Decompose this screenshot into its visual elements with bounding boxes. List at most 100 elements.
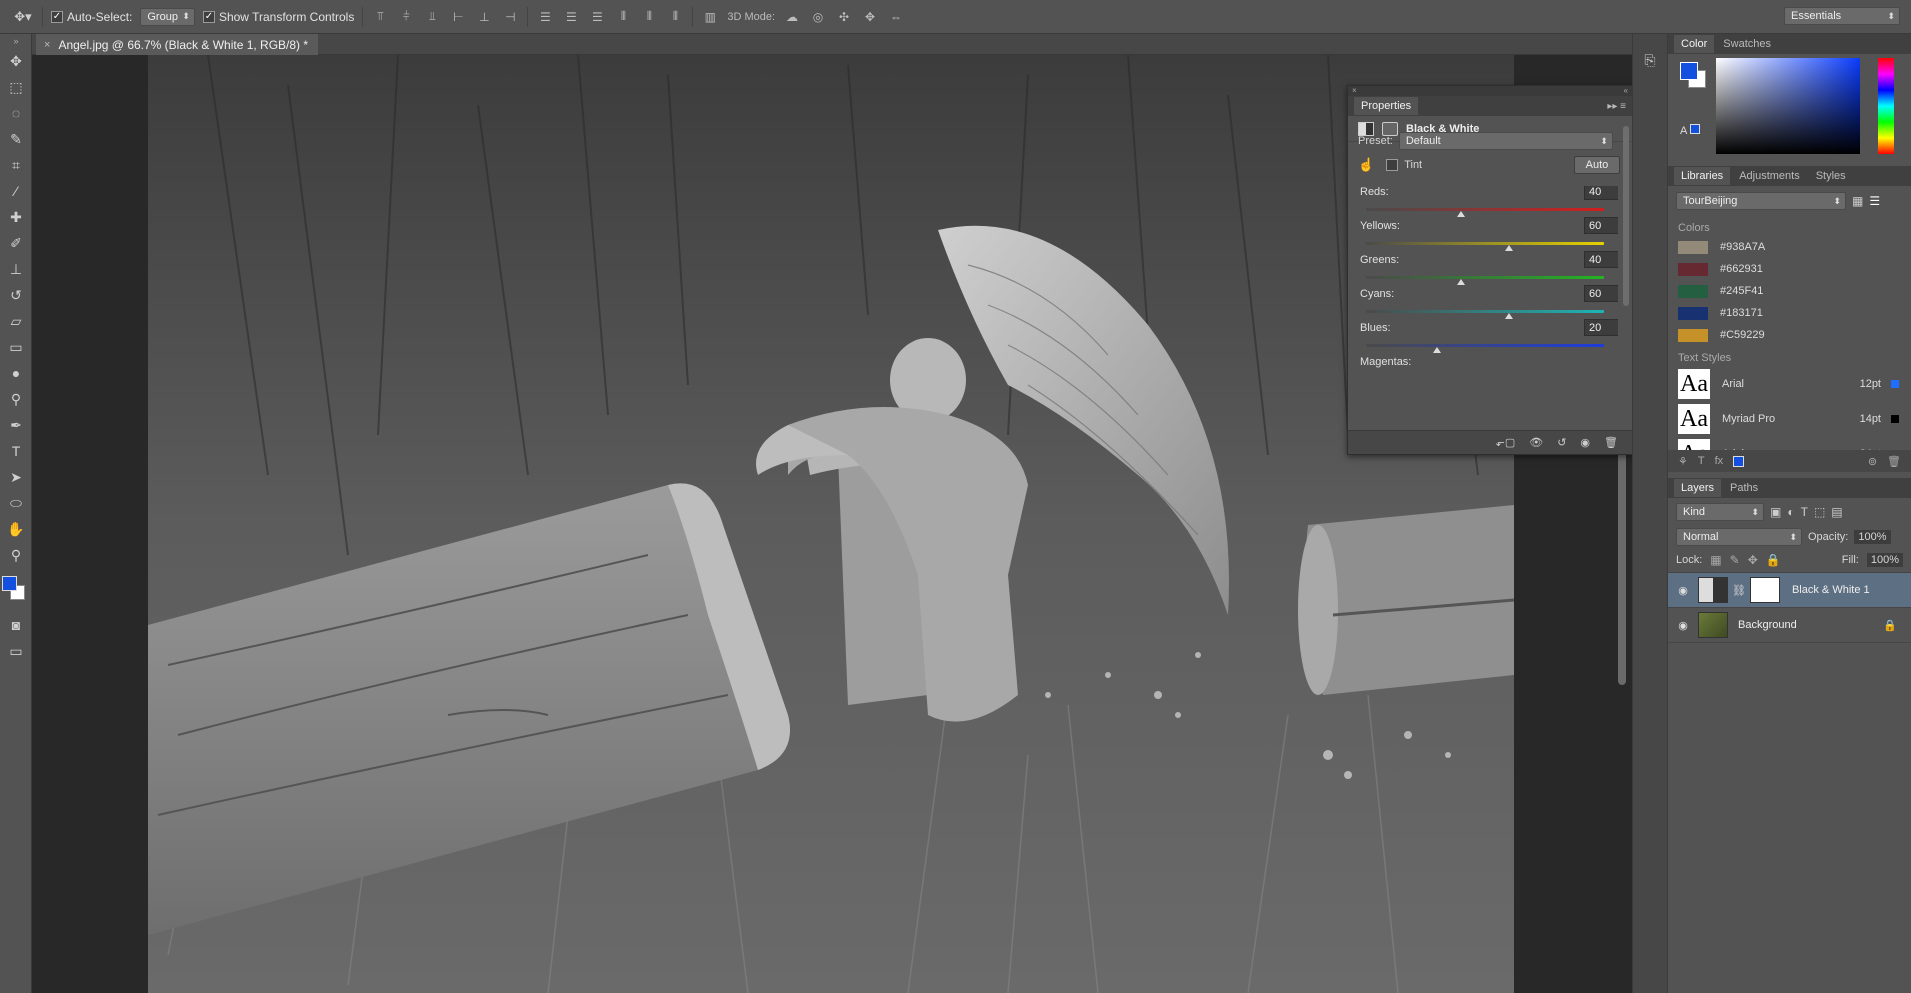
crop-tool-icon[interactable]: ⌗ — [0, 152, 32, 178]
stamp-tool-icon[interactable]: ⊥ — [0, 256, 32, 282]
tab-properties[interactable]: Properties — [1354, 97, 1419, 115]
transform-controls-checkbox[interactable]: ✓ Show Transform Controls — [202, 10, 354, 24]
hand-tool-icon[interactable]: ✋ — [0, 516, 32, 542]
visibility-icon[interactable]: ◉ — [1580, 436, 1590, 449]
align-vcenter-icon[interactable]: ⫩ — [397, 9, 415, 25]
slide-3d-icon[interactable]: ✥ — [861, 9, 879, 25]
distribute-top-icon[interactable]: ☰ — [536, 9, 554, 25]
slider-track[interactable] — [1366, 208, 1604, 211]
slider-value-field[interactable]: 60 — [1584, 217, 1618, 234]
tint-checkbox[interactable] — [1386, 159, 1399, 171]
auto-select-checkbox[interactable]: ✓ Auto-Select: — [51, 10, 132, 24]
delete-icon[interactable]: 🗑 — [1604, 436, 1618, 449]
lock-all-icon[interactable]: 🔒 — [1766, 553, 1781, 567]
close-icon[interactable]: × — [1352, 86, 1357, 96]
grid-view-icon[interactable]: ▦ — [1852, 194, 1863, 208]
library-color-item[interactable]: #183171 — [1668, 302, 1911, 324]
align-hcenter-icon[interactable]: ⊥ — [475, 9, 493, 25]
move-tool-icon[interactable]: ✥▾ — [12, 8, 34, 26]
collapse-tools-icon[interactable]: » — [0, 34, 32, 48]
screen-mode-icon[interactable]: ▭ — [0, 638, 32, 664]
tab-libraries[interactable]: Libraries — [1674, 167, 1731, 185]
photo-canvas[interactable] — [148, 55, 1514, 993]
type-tool-icon[interactable]: T — [0, 438, 32, 464]
tab-adjustments[interactable]: Adjustments — [1732, 167, 1807, 185]
library-color-item[interactable]: #C59229 — [1668, 324, 1911, 346]
slider-value-field[interactable]: 40 — [1584, 186, 1618, 200]
workspace-dropdown[interactable]: Essentials — [1784, 7, 1900, 25]
gradient-tool-icon[interactable]: ▭ — [0, 334, 32, 360]
add-fx-icon[interactable]: fx — [1715, 455, 1724, 467]
slider-thumb[interactable] — [1433, 347, 1442, 353]
eye-icon[interactable]: ◉ — [1668, 584, 1698, 597]
tab-layers[interactable]: Layers — [1674, 479, 1722, 497]
distribute-hcenter-icon[interactable]: ⦀ — [640, 9, 658, 25]
slider-thumb[interactable] — [1457, 279, 1466, 285]
layer-name[interactable]: Background — [1738, 619, 1797, 631]
quick-mask-icon[interactable]: ◙ — [0, 612, 32, 638]
lasso-tool-icon[interactable]: ◌ — [0, 100, 32, 126]
close-icon[interactable]: × — [44, 39, 50, 51]
slider-value-field[interactable]: 40 — [1584, 251, 1618, 268]
targeted-adjust-hand-icon[interactable]: ☝ — [1358, 157, 1374, 173]
tab-color[interactable]: Color — [1674, 35, 1715, 53]
distribute-vcenter-icon[interactable]: ☰ — [562, 9, 580, 25]
blur-tool-icon[interactable]: ● — [0, 360, 32, 386]
layer-row[interactable]: ◉ ⛓ Black & White 1 — [1668, 573, 1911, 608]
slider-thumb[interactable] — [1457, 211, 1466, 217]
tab-swatches[interactable]: Swatches — [1716, 35, 1778, 53]
preset-dropdown[interactable]: Default — [1398, 132, 1613, 150]
scale-3d-icon[interactable]: ⇔ — [887, 9, 905, 25]
kind-dropdown[interactable]: Kind — [1676, 503, 1764, 521]
blend-mode-dropdown[interactable]: Normal — [1676, 528, 1802, 546]
move-tool-icon[interactable]: ✥ — [0, 48, 32, 74]
pan-3d-icon[interactable]: ✣ — [835, 9, 853, 25]
brush-tool-icon[interactable]: ✐ — [0, 230, 32, 256]
text-style-item[interactable]: Aa Arial24pt — [1668, 436, 1911, 450]
slider-track[interactable] — [1366, 242, 1604, 245]
healing-tool-icon[interactable]: ✚ — [0, 204, 32, 230]
lock-position-icon[interactable]: ✥ — [1748, 553, 1758, 567]
distribute-bottom-icon[interactable]: ☰ — [588, 9, 606, 25]
reset-icon[interactable]: ↺ — [1557, 436, 1566, 449]
link-icon[interactable]: ⛓ — [1732, 584, 1746, 597]
filter-pixel-icon[interactable]: ▣ — [1770, 505, 1781, 519]
add-text-icon[interactable]: T — [1698, 455, 1705, 467]
lock-transparent-icon[interactable]: ▦ — [1710, 553, 1721, 567]
path-select-tool-icon[interactable]: ➤ — [0, 464, 32, 490]
list-view-icon[interactable]: ☰ — [1869, 194, 1880, 208]
properties-scrollbar[interactable] — [1623, 126, 1629, 306]
opacity-field[interactable]: 100% — [1854, 530, 1891, 544]
dodge-tool-icon[interactable]: ⚲ — [0, 386, 32, 412]
filter-adjust-icon[interactable]: ◐ — [1787, 505, 1794, 519]
auto-button[interactable]: Auto — [1574, 156, 1620, 174]
orbit-3d-icon[interactable]: ☁ — [783, 9, 801, 25]
slider-thumb[interactable] — [1504, 245, 1513, 251]
auto-align-icon[interactable]: ▥ — [701, 9, 719, 25]
align-right-icon[interactable]: ⊣ — [501, 9, 519, 25]
cc-icon[interactable]: ⊚ — [1868, 455, 1877, 468]
view-previous-icon[interactable]: 👁‍ — [1529, 436, 1543, 449]
text-style-item[interactable]: Aa Arial 12pt — [1668, 366, 1911, 401]
foreground-color-swatch[interactable] — [2, 576, 17, 591]
eraser-tool-icon[interactable]: ▱ — [0, 308, 32, 334]
eye-icon[interactable]: ◉ — [1668, 619, 1698, 632]
tab-paths[interactable]: Paths — [1723, 479, 1765, 497]
filter-smart-icon[interactable]: ▤ — [1831, 505, 1842, 519]
slider-track[interactable] — [1366, 344, 1604, 347]
collapse-icon[interactable]: « — [1624, 86, 1628, 96]
pen-tool-icon[interactable]: ✒ — [0, 412, 32, 438]
distribute-left-icon[interactable]: ⦀ — [614, 9, 632, 25]
library-color-item[interactable]: #245F41 — [1668, 280, 1911, 302]
library-dropdown[interactable]: TourBeijing — [1676, 192, 1846, 210]
hue-slider[interactable] — [1878, 58, 1894, 154]
slider-track[interactable] — [1366, 310, 1604, 313]
slider-track[interactable] — [1366, 276, 1604, 279]
marquee-tool-icon[interactable]: ⬚ — [0, 74, 32, 100]
trash-icon[interactable]: 🗑 — [1887, 455, 1911, 468]
slider-thumb[interactable] — [1504, 313, 1513, 319]
add-color-icon[interactable] — [1733, 455, 1745, 467]
roll-3d-icon[interactable]: ◎ — [809, 9, 827, 25]
fg-color-chip[interactable] — [1680, 62, 1698, 80]
document-tab[interactable]: × Angel.jpg @ 66.7% (Black & White 1, RG… — [36, 34, 319, 55]
